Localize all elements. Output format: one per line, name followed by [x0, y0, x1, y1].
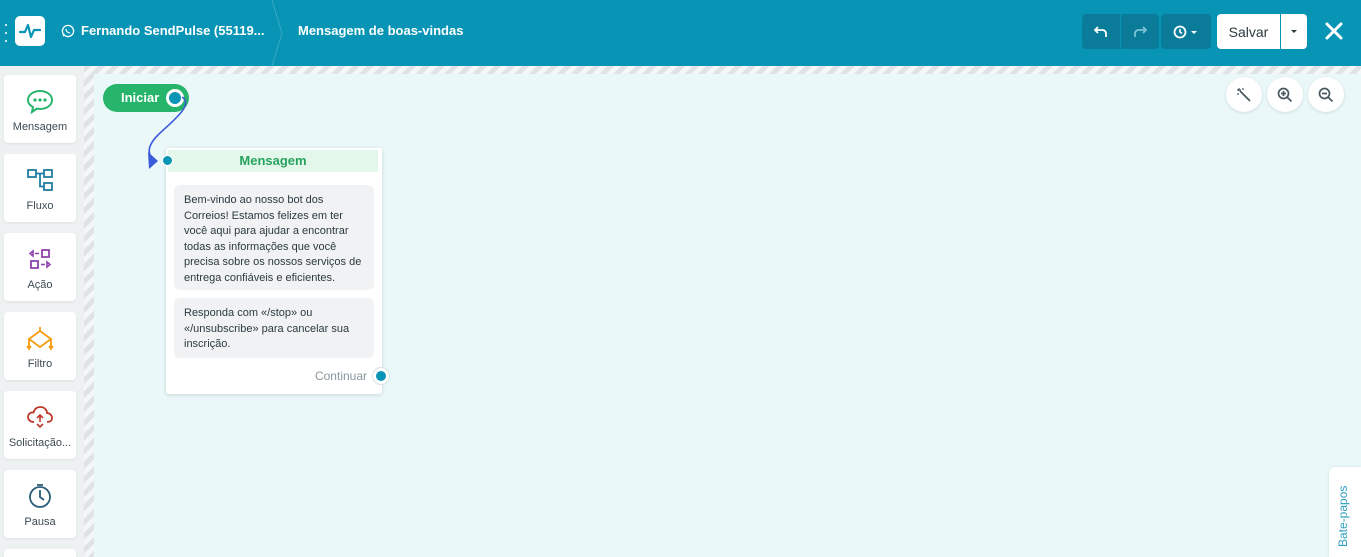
palette-item-api-request[interactable]: Solicitação...	[4, 391, 76, 459]
palette-item-pause[interactable]: Pausa	[4, 470, 76, 538]
save-button[interactable]: Salvar	[1217, 14, 1280, 49]
undo-icon	[1093, 25, 1107, 37]
palette-item-more[interactable]	[4, 549, 76, 557]
bot-name[interactable]: Fernando SendPulse (55119...	[81, 23, 265, 38]
auto-arrange-button[interactable]	[1226, 77, 1262, 112]
element-palette: Mensagem Fluxo Ação Filtro Solicitação..…	[0, 66, 84, 557]
pulse-icon	[19, 23, 41, 39]
more-menu-icon[interactable]	[3, 24, 9, 42]
palette-item-label: Mensagem	[12, 121, 68, 133]
timer-icon	[29, 484, 51, 508]
zoom-out-icon	[1318, 87, 1334, 102]
continue-output-port[interactable]	[373, 368, 389, 384]
message-bubble[interactable]: Bem-vindo ao nosso bot dos Correios! Est…	[174, 185, 374, 290]
magic-wand-icon	[1237, 87, 1251, 102]
palette-item-label: Pausa	[24, 516, 56, 528]
api-request-icon	[27, 406, 53, 429]
breadcrumb-separator	[271, 0, 283, 66]
top-bar: Fernando SendPulse (55119... Mensagem de…	[0, 0, 1361, 66]
chevron-down-icon	[1291, 29, 1297, 33]
flow-title[interactable]: Mensagem de boas-vindas	[298, 23, 463, 38]
redo-button[interactable]	[1121, 14, 1159, 49]
canvas-border	[84, 66, 94, 557]
history-icon	[1173, 25, 1197, 38]
message-node-input-port[interactable]	[162, 155, 173, 166]
zoom-in-button[interactable]	[1267, 77, 1303, 112]
filter-icon	[26, 327, 54, 351]
undo-button[interactable]	[1082, 14, 1120, 49]
palette-item-label: Fluxo	[26, 200, 54, 212]
chats-tab[interactable]: Bate-papos	[1329, 467, 1361, 557]
zoom-out-button[interactable]	[1308, 77, 1344, 112]
chat-bubble-icon	[26, 89, 54, 115]
palette-item-label: Solicitação...	[8, 437, 72, 449]
flow-icon	[27, 169, 53, 191]
history-button[interactable]	[1161, 14, 1211, 49]
save-options-button[interactable]	[1281, 14, 1307, 49]
close-icon	[1325, 22, 1343, 40]
action-icon	[28, 249, 52, 269]
palette-item-action[interactable]: Ação	[4, 233, 76, 301]
continue-label: Continuar	[314, 369, 367, 383]
palette-item-label: Filtro	[27, 358, 53, 370]
close-button[interactable]	[1322, 19, 1346, 43]
canvas-border	[84, 66, 1361, 74]
app-logo[interactable]	[15, 16, 45, 46]
whatsapp-icon	[61, 24, 75, 38]
message-node-title: Mensagem	[168, 150, 378, 172]
palette-item-label: Ação	[27, 279, 53, 291]
chats-tab-label: Bate-papos	[1336, 485, 1350, 547]
palette-item-filter[interactable]: Filtro	[4, 312, 76, 380]
zoom-in-icon	[1277, 87, 1293, 102]
palette-item-message[interactable]: Mensagem	[4, 75, 76, 143]
message-bubble[interactable]: Responda com «/stop» ou «/unsubscribe» p…	[174, 298, 374, 358]
palette-item-flow[interactable]: Fluxo	[4, 154, 76, 222]
redo-icon	[1134, 25, 1148, 37]
